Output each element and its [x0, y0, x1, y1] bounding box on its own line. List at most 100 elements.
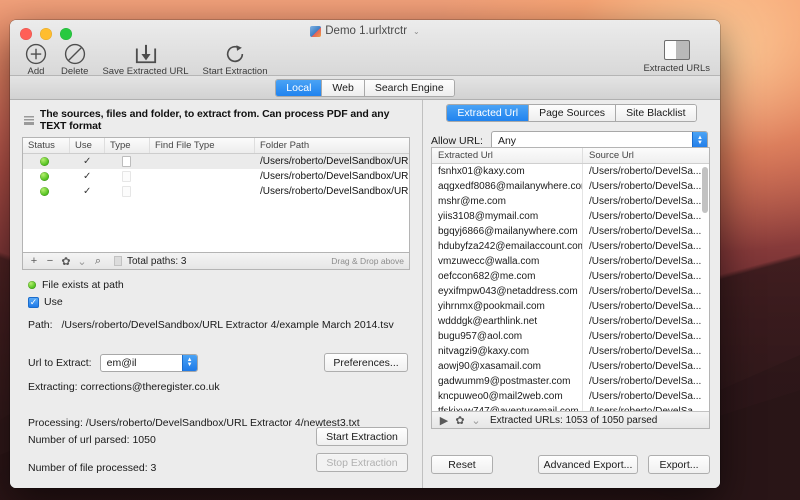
url-to-extract-select[interactable]: em@il ▲▼: [100, 354, 198, 372]
extracted-urls-table-header: Extracted Url Source Url: [432, 148, 709, 164]
extracted-urls-table[interactable]: Extracted Url Source Url fsnhx01@kaxy.co…: [431, 147, 710, 429]
toolbar-label-extracted-urls: Extracted URLs: [643, 63, 710, 74]
source-tabs[interactable]: Local Web Search Engine: [275, 79, 454, 97]
table-row[interactable]: gadwumm9@postmaster.com/Users/roberto/De…: [432, 374, 709, 389]
export-button[interactable]: Export...: [648, 455, 710, 474]
advanced-export-button[interactable]: Advanced Export...: [538, 455, 638, 474]
sources-table-header: Status Use Type Find File Type Folder Pa…: [23, 138, 409, 154]
toolbar-button-add[interactable]: Add: [18, 42, 54, 77]
extracted-url-cell: oefccon682@me.com: [432, 269, 583, 284]
table-row[interactable]: fsnhx01@kaxy.com/Users/roberto/DevelSa..…: [432, 164, 709, 179]
start-extraction-button[interactable]: Start Extraction: [316, 427, 408, 446]
table-row[interactable]: oefccon682@me.com/Users/roberto/DevelSa.…: [432, 269, 709, 284]
file-icon: [122, 186, 131, 197]
status-ok-icon: [40, 157, 49, 166]
source-url-cell: /Users/roberto/DevelSa...: [583, 179, 709, 194]
table-row[interactable]: yiis3108@mymail.com/Users/roberto/DevelS…: [432, 209, 709, 224]
extracted-url-cell: bgqyj6866@mailanywhere.com: [432, 224, 583, 239]
scrollbar-thumb[interactable]: [702, 167, 708, 213]
chevron-down-icon[interactable]: ⌄: [468, 414, 484, 427]
table-row[interactable]: eyxifmpw043@netaddress.com/Users/roberto…: [432, 284, 709, 299]
total-paths-label: Total paths: 3: [127, 256, 331, 267]
row-use[interactable]: ✓: [70, 184, 105, 199]
stop-extraction-button: Stop Extraction: [316, 453, 408, 472]
tab-web[interactable]: Web: [322, 80, 364, 96]
row-status: [23, 169, 70, 184]
left-panel: The sources, files and folder, to extrac…: [10, 100, 423, 488]
table-row[interactable]: ✓ /Users/roberto/DevelSandbox/URL Extrac…: [23, 184, 409, 199]
table-row[interactable]: bugu957@aol.com/Users/roberto/DevelSa...: [432, 329, 709, 344]
refresh-icon: [224, 42, 246, 66]
window-body: The sources, files and folder, to extrac…: [10, 100, 720, 488]
table-row[interactable]: vmzuwecc@walla.com/Users/roberto/DevelSa…: [432, 254, 709, 269]
search-icon[interactable]: ⌕: [90, 255, 106, 268]
table-row[interactable]: nitvagzi9@kaxy.com/Users/roberto/DevelSa…: [432, 344, 709, 359]
source-url-cell: /Users/roberto/DevelSa...: [583, 374, 709, 389]
toolbar-button-extracted-urls[interactable]: Extracted URLs: [643, 40, 710, 74]
toolbar-button-start-extraction[interactable]: Start Extraction: [196, 42, 275, 77]
remove-path-button[interactable]: −: [42, 255, 58, 267]
toolbar-button-delete[interactable]: Delete: [54, 42, 95, 77]
results-tabs[interactable]: Extracted Url Page Sources Site Blacklis…: [446, 104, 696, 122]
document-title-bar[interactable]: Demo 1.urlxtrctr ⌄: [10, 25, 720, 37]
row-use[interactable]: ✓: [70, 154, 105, 169]
extracted-url-cell: eyxifmpw043@netaddress.com: [432, 284, 583, 299]
row-find-file-type: [150, 184, 255, 199]
add-path-button[interactable]: +: [26, 255, 42, 267]
list-icon: [24, 116, 34, 125]
table-row[interactable]: hdubyfza242@emailaccount.com/Users/rober…: [432, 239, 709, 254]
extracted-url-cell: kncpuweo0@mail2web.com: [432, 389, 583, 404]
table-row[interactable]: aqgxedf8086@mailanywhere.com/Users/rober…: [432, 179, 709, 194]
disclosure-icon[interactable]: ▶: [436, 414, 452, 427]
row-type: [105, 169, 150, 184]
table-row[interactable]: yihrnmx@pookmail.com/Users/roberto/Devel…: [432, 299, 709, 314]
source-url-cell: /Users/roberto/DevelSa...: [583, 359, 709, 374]
url-to-extract-row: Url to Extract: em@il ▲▼ Preferences...: [10, 331, 422, 372]
table-row[interactable]: aowj90@xasamail.com/Users/roberto/DevelS…: [432, 359, 709, 374]
extracted-url-cell: aqgxedf8086@mailanywhere.com: [432, 179, 583, 194]
table-row[interactable]: ✓ /Users/roberto/DevelSandbox/URL Extrac…: [23, 154, 409, 169]
source-url-cell: /Users/roberto/DevelSa...: [583, 389, 709, 404]
extracted-url-cell: nitvagzi9@kaxy.com: [432, 344, 583, 359]
table-row[interactable]: mshr@me.com/Users/roberto/DevelSa...: [432, 194, 709, 209]
tab-local[interactable]: Local: [276, 80, 322, 96]
tab-extracted-url[interactable]: Extracted Url: [447, 105, 529, 121]
preferences-button[interactable]: Preferences...: [324, 353, 408, 372]
table-row[interactable]: kncpuweo0@mail2web.com/Users/roberto/Dev…: [432, 389, 709, 404]
table-row[interactable]: bgqyj6866@mailanywhere.com/Users/roberto…: [432, 224, 709, 239]
reset-button[interactable]: Reset: [431, 455, 493, 474]
table-row[interactable]: ✓ /Users/roberto/DevelSandbox/URL Extrac…: [23, 169, 409, 184]
stepper-arrows-icon[interactable]: ▲▼: [182, 355, 197, 371]
source-url-cell: /Users/roberto/DevelSa...: [583, 224, 709, 239]
source-url-cell: /Users/roberto/DevelSa...: [583, 209, 709, 224]
vertical-scrollbar[interactable]: [702, 165, 708, 410]
toolbar-button-save-extracted-url[interactable]: Save Extracted URL: [95, 42, 195, 77]
tab-page-sources[interactable]: Page Sources: [529, 105, 616, 121]
use-checkbox[interactable]: ✓: [28, 297, 39, 308]
extracted-url-cell: vmzuwecc@walla.com: [432, 254, 583, 269]
gear-icon[interactable]: ✿: [452, 414, 468, 427]
chevron-down-icon[interactable]: ⌄: [74, 255, 90, 268]
row-type: [105, 184, 150, 199]
source-url-cell: /Users/roberto/DevelSa...: [583, 254, 709, 269]
sources-table[interactable]: Status Use Type Find File Type Folder Pa…: [22, 137, 410, 253]
url-to-extract-label: Url to Extract:: [28, 357, 92, 369]
tab-site-blacklist[interactable]: Site Blacklist: [616, 105, 696, 121]
tab-search-engine[interactable]: Search Engine: [365, 80, 454, 96]
chevron-down-icon[interactable]: ⌄: [413, 27, 420, 36]
column-header-status: Status: [23, 138, 70, 153]
table-row[interactable]: wdddgk@earthlink.net/Users/roberto/Devel…: [432, 314, 709, 329]
sources-table-body: ✓ /Users/roberto/DevelSandbox/URL Extrac…: [23, 154, 409, 252]
source-url-cell: /Users/roberto/DevelSa...: [583, 329, 709, 344]
use-checkbox-row[interactable]: ✓ Use: [10, 291, 422, 308]
source-url-cell: /Users/roberto/DevelSa...: [583, 164, 709, 179]
sources-header-row: The sources, files and folder, to extrac…: [10, 100, 422, 137]
row-folder-path: /Users/roberto/DevelSandbox/URL Extracto…: [255, 184, 409, 199]
document-icon: [310, 26, 321, 37]
gear-icon[interactable]: ✿: [58, 255, 74, 268]
document-title: Demo 1.urlxtrctr: [325, 25, 407, 37]
column-header-folder-path: Folder Path: [255, 138, 409, 153]
split-panel-icon: [664, 40, 690, 60]
extracted-urls-table-body: fsnhx01@kaxy.com/Users/roberto/DevelSa..…: [432, 164, 709, 428]
row-use[interactable]: ✓: [70, 169, 105, 184]
